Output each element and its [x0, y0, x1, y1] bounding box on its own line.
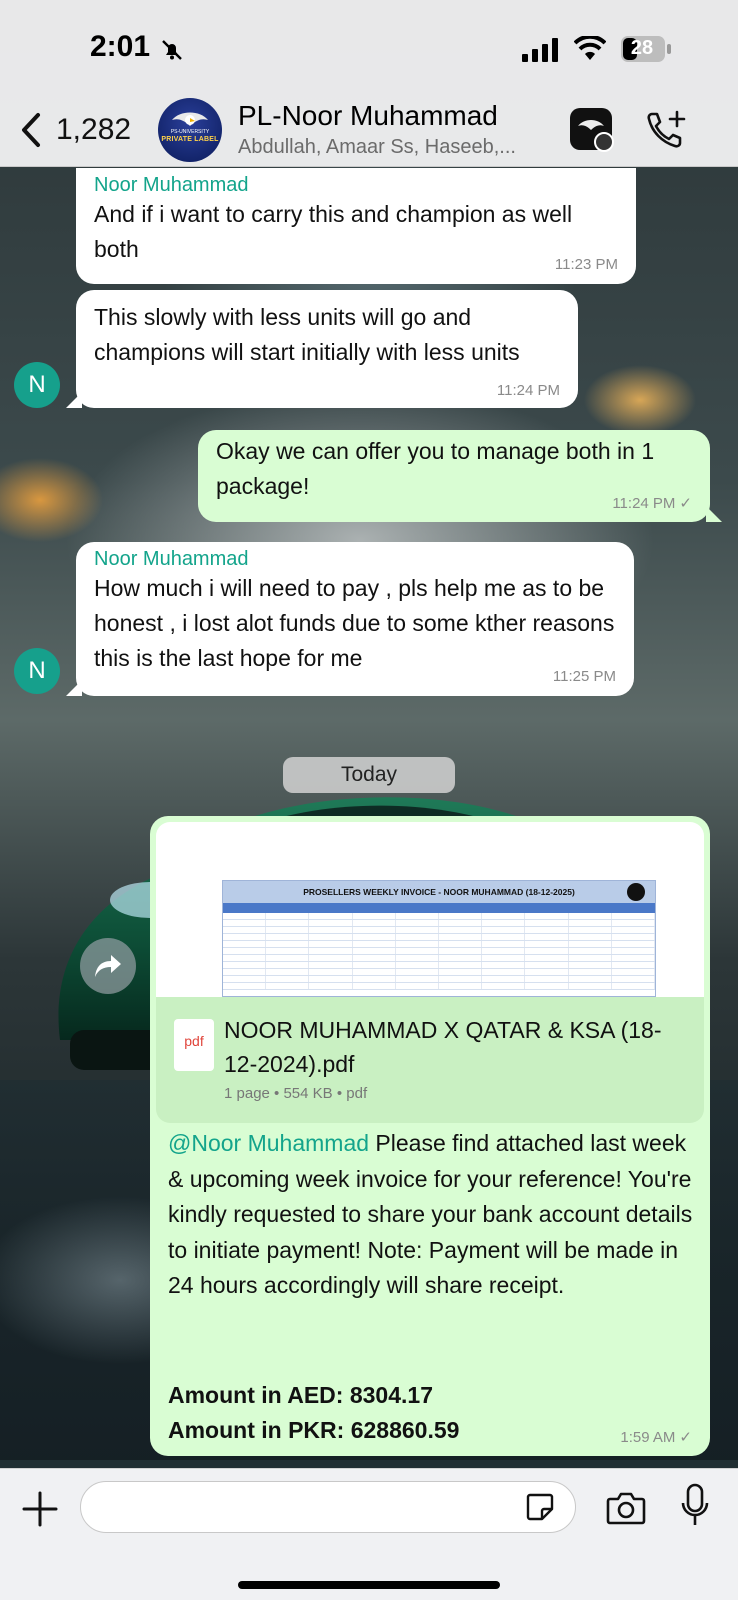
message-time: 11:24 PM: [496, 382, 560, 399]
avatar-text: PRIVATE LABEL: [161, 136, 219, 143]
message-bubble[interactable]: Noor Muhammad How much i will need to pa…: [76, 542, 634, 696]
sent-check-icon: ✓: [679, 495, 692, 512]
pdf-icon-label: pdf: [184, 1033, 204, 1049]
wifi-icon: [574, 36, 606, 60]
home-indicator: [238, 1581, 500, 1589]
invoice-header-row: [223, 903, 655, 913]
invoice-preview-title-text: PROSELLERS WEEKLY INVOICE - NOOR MUHAMMA…: [303, 887, 575, 897]
avatar-subtext: PS-UNIVERSITY: [170, 129, 210, 135]
message-time: 11:23 PM: [554, 256, 618, 273]
message-input[interactable]: [80, 1481, 576, 1533]
document-info[interactable]: pdf NOOR MUHAMMAD X QATAR & KSA (18-12-2…: [156, 997, 704, 1123]
document-caption: @Noor Muhammad Please find attached last…: [168, 1126, 698, 1304]
message-time-text: 11:24 PM: [612, 495, 676, 512]
message-sender[interactable]: Noor Muhammad: [94, 174, 618, 197]
message-text: How much i will need to pay , pls help m…: [94, 575, 615, 671]
microphone-icon[interactable]: [680, 1483, 710, 1529]
sender-avatar[interactable]: N: [14, 362, 60, 408]
sent-check-icon: ✓: [679, 1429, 692, 1446]
invoice-logo-icon: [627, 883, 645, 901]
chat-title[interactable]: PL-Noor Muhammad: [238, 100, 498, 132]
plus-icon[interactable]: [20, 1489, 60, 1529]
forward-button[interactable]: [80, 938, 136, 994]
message-bubble[interactable]: Okay we can offer you to manage both in …: [198, 430, 710, 522]
message-text: And if i want to carry this and champion…: [94, 201, 573, 262]
chat-header: 2:01 28 1,282 PS-UNIVERSITY PRIVATE LABE…: [0, 0, 738, 167]
bell-off-icon: [162, 40, 182, 60]
unread-count: 1,282: [56, 113, 132, 146]
amount-aed: Amount in AED: 8304.17: [168, 1382, 433, 1408]
invoice-thumbnail: PROSELLERS WEEKLY INVOICE - NOOR MUHAMMA…: [222, 880, 656, 997]
sticker-icon[interactable]: [524, 1491, 556, 1523]
signal-icon: [522, 38, 558, 62]
message-bubble[interactable]: This slowly with less units will go and …: [76, 290, 578, 408]
add-call-icon[interactable]: [644, 108, 688, 152]
chat-members[interactable]: Abdullah, Amaar Ss, Haseeb,...: [238, 136, 516, 159]
document-file-meta: 1 page • 554 KB • pdf: [224, 1085, 368, 1102]
status-time: 2:01: [90, 30, 151, 63]
mention-link[interactable]: @Noor Muhammad: [168, 1130, 369, 1156]
message-text: This slowly with less units will go and …: [94, 304, 520, 365]
sender-avatar[interactable]: N: [14, 648, 60, 694]
message-bubble[interactable]: Noor Muhammad And if i want to carry thi…: [76, 168, 636, 284]
message-time-text: 1:59 AM: [620, 1429, 676, 1446]
document-message-bubble[interactable]: PROSELLERS WEEKLY INVOICE - NOOR MUHAMMA…: [150, 816, 710, 1456]
message-time: 11:24 PM ✓: [612, 494, 692, 512]
invoice-preview-title: PROSELLERS WEEKLY INVOICE - NOOR MUHAMMA…: [223, 881, 655, 903]
chevron-left-icon: [22, 113, 40, 147]
amount-pkr: Amount in PKR: 628860.59: [168, 1417, 460, 1443]
battery-level: 28: [630, 37, 654, 59]
check-badge-icon: [594, 132, 614, 152]
document-file-name[interactable]: NOOR MUHAMMAD X QATAR & KSA (18-12-2024)…: [224, 1013, 664, 1081]
date-divider: Today: [283, 757, 455, 793]
payment-amounts: Amount in AED: 8304.17 Amount in PKR: 62…: [168, 1378, 698, 1448]
message-composer: [0, 1468, 738, 1600]
group-avatar[interactable]: PS-UNIVERSITY PRIVATE LABEL: [158, 98, 222, 162]
message-time: 1:59 AM ✓: [620, 1428, 692, 1446]
forward-arrow-icon: [95, 955, 121, 977]
document-preview[interactable]: PROSELLERS WEEKLY INVOICE - NOOR MUHAMMA…: [156, 822, 704, 997]
back-button[interactable]: 1,282: [18, 108, 138, 152]
message-sender[interactable]: Noor Muhammad: [94, 548, 616, 571]
message-time: 11:25 PM: [552, 668, 616, 685]
pdf-file-icon: pdf: [174, 1019, 214, 1071]
camera-icon[interactable]: [606, 1489, 646, 1525]
